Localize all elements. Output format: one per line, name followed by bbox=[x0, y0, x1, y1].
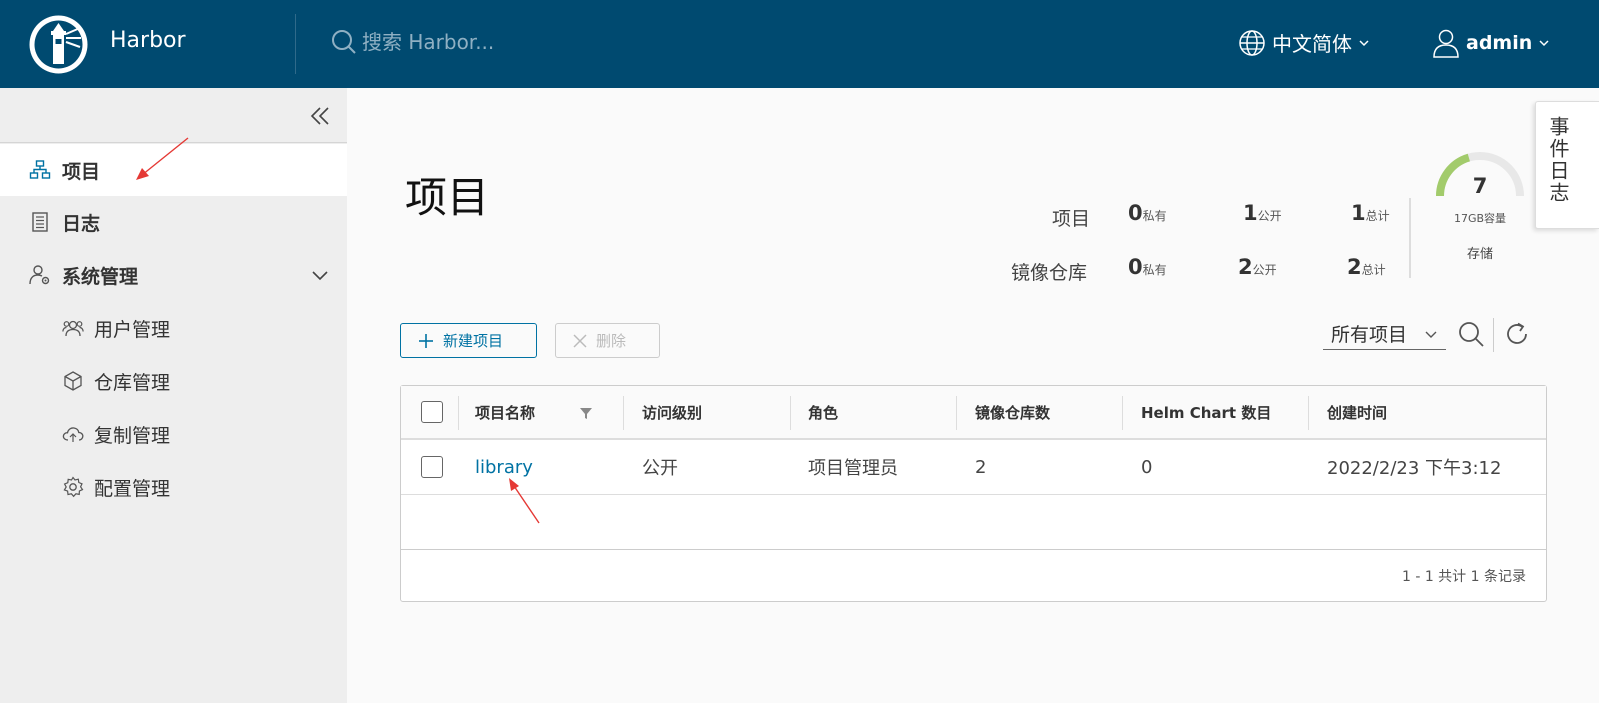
sidebar: 项目 日志 系统管理 用户管理 仓库管理 复制管理 配置管理 bbox=[0, 88, 347, 703]
delete-label: 删除 bbox=[596, 332, 627, 350]
sidebar-item-label: 配置管理 bbox=[94, 477, 171, 500]
stat-total: 2总计 bbox=[1347, 255, 1386, 279]
column-header-charts[interactable]: Helm Chart 数目 bbox=[1141, 386, 1271, 438]
project-name-link[interactable]: library bbox=[475, 440, 533, 494]
stat-label: 项目 bbox=[1052, 208, 1091, 230]
sidebar-item-label: 系统管理 bbox=[62, 265, 139, 288]
role: 项目管理员 bbox=[808, 458, 898, 479]
delete-button[interactable]: 删除 bbox=[555, 323, 660, 358]
empty-table-area bbox=[401, 495, 1546, 550]
sidebar-item-projects[interactable]: 项目 bbox=[0, 144, 347, 196]
search-input[interactable] bbox=[362, 30, 662, 54]
new-project-label: 新建项目 bbox=[443, 332, 504, 350]
select-all-checkbox[interactable] bbox=[421, 401, 443, 423]
column-header-name[interactable]: 项目名称 bbox=[475, 386, 535, 438]
page-title: 项目 bbox=[405, 173, 490, 222]
storage-capacity: 17GB容量 bbox=[1453, 212, 1507, 225]
sidebar-item-configuration[interactable]: 配置管理 bbox=[0, 461, 347, 513]
filter-icon[interactable] bbox=[579, 406, 593, 420]
toolbar-divider bbox=[1493, 318, 1494, 352]
sidebar-item-replication[interactable]: 复制管理 bbox=[0, 408, 347, 460]
harbor-logo-icon[interactable] bbox=[28, 14, 89, 75]
chevron-down-icon bbox=[1539, 40, 1549, 47]
storage-label: 存储 bbox=[1466, 247, 1493, 262]
column-header-repos[interactable]: 镜像仓库数 bbox=[975, 386, 1050, 438]
sidebar-item-label: 复制管理 bbox=[94, 424, 171, 447]
stat-total: 1总计 bbox=[1351, 201, 1390, 225]
stat-private: 0私有 bbox=[1128, 255, 1167, 279]
new-project-button[interactable]: 新建项目 bbox=[400, 323, 537, 358]
stat-label: 镜像仓库 bbox=[1011, 262, 1088, 284]
repo-count: 2 bbox=[975, 456, 987, 478]
stat-private: 0私有 bbox=[1128, 201, 1167, 225]
sidebar-item-label: 用户管理 bbox=[94, 318, 171, 341]
table-row[interactable]: library 公开 项目管理员 2 0 2022/2/23 下午3:12 bbox=[401, 440, 1546, 495]
creation-time: 2022/2/23 下午3:12 bbox=[1327, 458, 1502, 479]
username: admin bbox=[1466, 32, 1533, 54]
stat-public: 1公开 bbox=[1243, 201, 1282, 225]
column-separator bbox=[1308, 396, 1309, 430]
column-header-access[interactable]: 访问级别 bbox=[642, 386, 702, 438]
registry-icon bbox=[64, 371, 82, 391]
chart-count: 0 bbox=[1141, 456, 1153, 478]
projects-icon bbox=[29, 160, 51, 179]
column-separator bbox=[1122, 396, 1123, 430]
sidebar-item-label: 日志 bbox=[62, 212, 101, 235]
search-icon[interactable] bbox=[1457, 320, 1485, 348]
top-header: Harbor 中文简体 admin bbox=[0, 0, 1599, 88]
column-header-role[interactable]: 角色 bbox=[808, 386, 838, 438]
row-checkbox[interactable] bbox=[421, 456, 443, 478]
stat-public: 2公开 bbox=[1238, 255, 1277, 279]
column-separator bbox=[790, 396, 791, 430]
filter-value: 所有项目 bbox=[1331, 324, 1408, 346]
global-search[interactable] bbox=[330, 28, 662, 56]
user-icon bbox=[1433, 29, 1459, 58]
sidebar-item-registries[interactable]: 仓库管理 bbox=[0, 355, 347, 407]
plus-icon bbox=[419, 333, 433, 348]
column-header-created[interactable]: 创建时间 bbox=[1327, 386, 1387, 438]
sidebar-item-system-admin[interactable]: 系统管理 bbox=[0, 249, 347, 301]
admin-icon bbox=[29, 265, 50, 285]
logs-icon bbox=[32, 212, 48, 232]
column-separator bbox=[458, 396, 459, 430]
access-level: 公开 bbox=[642, 458, 678, 479]
storage-value: 7 bbox=[1472, 174, 1488, 198]
sidebar-item-label: 项目 bbox=[62, 160, 101, 183]
column-separator bbox=[623, 396, 624, 430]
users-icon bbox=[62, 320, 84, 337]
globe-icon bbox=[1239, 29, 1265, 56]
chevron-down-icon bbox=[1359, 39, 1369, 46]
projects-table: 项目名称 访问级别 角色 镜像仓库数 Helm Chart 数目 创建时间 li… bbox=[400, 385, 1547, 602]
config-icon bbox=[63, 476, 84, 498]
replication-icon bbox=[62, 427, 84, 442]
chevron-down-icon[interactable] bbox=[310, 265, 330, 285]
sidebar-divider bbox=[0, 142, 347, 143]
table-header: 项目名称 访问级别 角色 镜像仓库数 Helm Chart 数目 创建时间 bbox=[401, 386, 1546, 440]
event-log-label: 事件日志 bbox=[1546, 116, 1570, 204]
stats-row-repositories: 镜像仓库 0私有 2公开 2总计 bbox=[1000, 254, 1410, 284]
stats-row-projects: 项目 0私有 1公开 1总计 bbox=[1000, 198, 1410, 230]
language-label: 中文简体 bbox=[1272, 32, 1352, 56]
search-icon bbox=[332, 30, 356, 54]
brand-name[interactable]: Harbor bbox=[110, 28, 186, 53]
sidebar-item-label: 仓库管理 bbox=[94, 371, 171, 394]
collapse-sidebar-icon[interactable] bbox=[306, 102, 334, 130]
chevron-down-icon bbox=[1425, 331, 1437, 338]
stats-divider bbox=[1409, 198, 1411, 278]
event-log-tab[interactable]: 事件日志 bbox=[1535, 101, 1599, 229]
sidebar-item-logs[interactable]: 日志 bbox=[0, 196, 347, 248]
column-separator bbox=[956, 396, 957, 430]
user-menu[interactable]: admin bbox=[1432, 28, 1550, 58]
pagination-info: 1 - 1 共计 1 条记录 bbox=[1401, 569, 1526, 585]
refresh-icon[interactable] bbox=[1503, 320, 1531, 348]
project-filter-select[interactable]: 所有项目 bbox=[1323, 318, 1446, 350]
close-icon bbox=[573, 333, 587, 348]
sidebar-item-users[interactable]: 用户管理 bbox=[0, 302, 347, 354]
language-selector[interactable]: 中文简体 bbox=[1238, 28, 1370, 57]
header-divider bbox=[295, 14, 296, 74]
